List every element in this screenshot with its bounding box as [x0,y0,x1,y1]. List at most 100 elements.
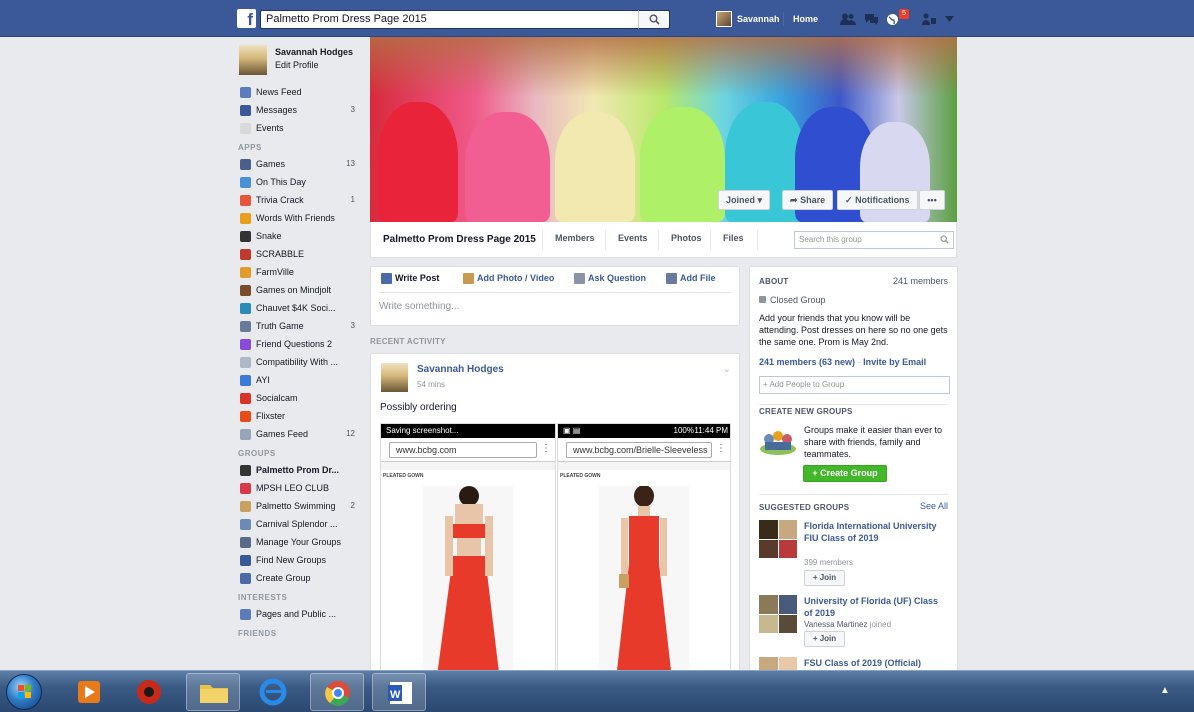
taskbar-app-red[interactable] [122,673,176,711]
edit-profile-link[interactable]: Edit Profile [275,60,319,70]
group-name-link[interactable]: Palmetto Prom Dress Page 2015 [383,234,536,245]
sidebar-item-label: Snake [256,231,282,241]
post-photo-2[interactable]: ▣ ▤ 100% 11:44 PM www.bcbg.com/Brielle-S… [557,423,731,682]
taskbar-word[interactable]: W [372,673,426,711]
post-options-chevron-icon[interactable]: ⌄ [723,364,731,375]
sidebar-item[interactable]: News Feed [237,83,357,101]
top-divider [783,12,784,26]
members-count-link[interactable]: 241 members [893,276,948,286]
suggested-group-name[interactable]: Florida International University FIU Cla… [804,520,949,544]
privacy-shortcuts-icon[interactable] [922,13,936,25]
suggested-group-name[interactable]: FSU Class of 2019 (Official) [804,657,949,669]
taskbar-chrome[interactable] [310,673,364,711]
more-options-button[interactable]: ••• [919,190,945,210]
sidebar-item-count: 2 [350,501,355,510]
facebook-logo-icon[interactable]: f [237,9,256,28]
search-button[interactable] [638,10,670,29]
tab-files[interactable]: Files [723,233,744,243]
profile-name[interactable]: Savannah Hodges [275,47,353,57]
sidebar-item[interactable]: Manage Your Groups [237,533,357,551]
taskbar-file-explorer[interactable] [186,673,240,711]
sidebar-item[interactable]: Friend Questions 2 [237,335,357,353]
settings-dropdown-icon[interactable] [945,16,954,22]
section-divider [759,494,948,495]
sidebar-item[interactable]: Flixster [237,407,357,425]
top-avatar[interactable] [716,11,732,27]
home-link[interactable]: Home [793,14,818,24]
see-all-link[interactable]: See All [920,501,948,511]
app-icon [240,537,251,548]
profile-block[interactable]: Savannah Hodges Edit Profile [237,45,357,79]
sidebar-item-label: Manage Your Groups [256,537,342,547]
join-group-button[interactable]: + Join [804,570,845,586]
ask-question-tab[interactable]: Ask Question [574,273,646,284]
apps-section-label: APPS [238,143,262,152]
notifications-button[interactable]: ✓ Notifications [837,190,918,210]
sidebar-item[interactable]: Words With Friends [237,209,357,227]
friend-requests-icon[interactable] [840,13,856,25]
notifications-globe-icon[interactable] [886,13,899,26]
sidebar-item[interactable]: Chauvet $4K Soci... [237,299,357,317]
sidebar-item[interactable]: On This Day [237,173,357,191]
windows-start-button[interactable] [6,674,42,710]
post-photo-1[interactable]: Saving screenshot... www.bcbg.com ⋮ PLEA… [380,423,556,682]
sidebar-item[interactable]: Trivia Crack 1 [237,191,357,209]
sidebar-item[interactable]: AYI [237,371,357,389]
sidebar-item[interactable]: Palmetto Prom Dr... [237,461,357,479]
add-file-tab[interactable]: Add File [666,273,716,284]
group-search-input[interactable]: Search this group [794,231,954,249]
internet-explorer-icon [259,678,287,706]
add-photo-video-tab[interactable]: Add Photo / Video [463,273,554,284]
add-people-input[interactable]: + Add People to Group [759,376,950,394]
joined-button[interactable]: Joined ▾ [718,190,771,210]
create-group-illustration-icon [760,431,796,455]
write-something-input[interactable]: Write something... [379,301,459,312]
sidebar-item[interactable]: Carnival Splendor ... [237,515,357,533]
sidebar-item[interactable]: Messages 3 [237,101,357,119]
sidebar-item[interactable]: Events [237,119,357,137]
messages-icon[interactable] [864,13,879,25]
sidebar-item[interactable]: Snake [237,227,357,245]
sidebar-item[interactable]: Truth Game 3 [237,317,357,335]
join-group-button[interactable]: + Join [804,631,845,647]
write-post-tab[interactable]: Write Post [381,273,439,284]
sidebar-item[interactable]: MPSH LEO CLUB [237,479,357,497]
post-timestamp[interactable]: 54 mins [417,380,445,389]
sidebar-item[interactable]: Palmetto Swimming 2 [237,497,357,515]
group-thumbnail[interactable] [759,595,797,633]
sidebar-item[interactable]: Socialcam [237,389,357,407]
group-search-placeholder: Search this group [799,235,862,244]
sidebar-item[interactable]: Create Group [237,569,357,587]
members-new-link[interactable]: 241 members (63 new) [759,357,855,367]
app-icon [240,105,251,116]
taskbar-media-player[interactable] [62,673,116,711]
sidebar-item[interactable]: Games 13 [237,155,357,173]
create-group-button[interactable]: + Create Group [803,465,887,482]
post-author-avatar[interactable] [381,363,408,392]
sidebar-item[interactable]: Find New Groups [237,551,357,569]
sidebar-item-label: Carnival Splendor ... [256,519,338,529]
taskbar-internet-explorer[interactable] [246,673,300,711]
sidebar-item[interactable]: Compatibility With ... [237,353,357,371]
sidebar-item[interactable]: FarmVille [237,263,357,281]
share-button[interactable]: ➦ Share [782,190,834,210]
invite-by-email-link[interactable]: Invite by Email [863,357,926,367]
post-author-name[interactable]: Savannah Hodges [417,364,504,375]
sidebar-item-count: 1 [350,195,355,204]
show-hidden-icons-arrow-icon[interactable]: ▲ [1160,685,1170,696]
sidebar-item[interactable]: Pages and Public ... [237,605,357,623]
group-thumbnail[interactable] [759,520,797,558]
sidebar-item[interactable]: Games Feed 12 [237,425,357,443]
tab-photos[interactable]: Photos [671,233,702,243]
red-gown-front-image [599,486,689,682]
profile-picture[interactable] [239,45,267,75]
tab-members[interactable]: Members [555,233,595,243]
sidebar-item[interactable]: Games on Mindjolt [237,281,357,299]
friend-name[interactable]: Vanessa Martinez [804,620,867,629]
suggested-group-name[interactable]: University of Florida (UF) Class of 2019 [804,595,949,619]
search-input[interactable]: Palmetto Prom Dress Page 2015 [260,10,670,29]
sidebar-item[interactable]: SCRABBLE [237,245,357,263]
file-icon [666,273,677,284]
top-user-link[interactable]: Savannah [737,14,780,24]
tab-events[interactable]: Events [618,233,648,243]
